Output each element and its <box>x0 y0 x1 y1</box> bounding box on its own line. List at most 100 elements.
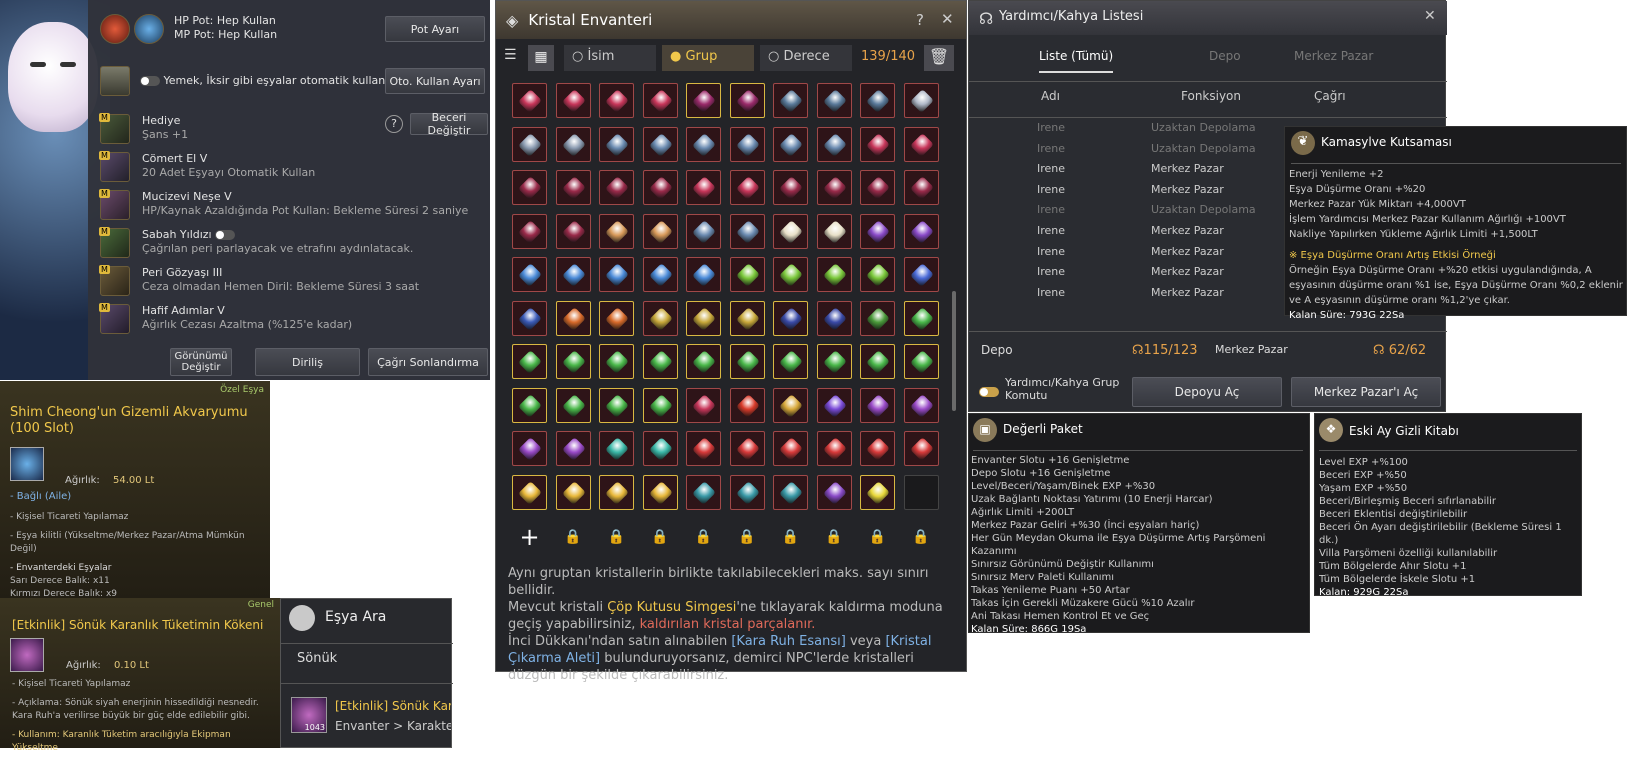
helper-name[interactable]: Irene <box>1037 162 1065 175</box>
crystal-slot[interactable] <box>729 431 765 466</box>
crystal-slot[interactable] <box>860 257 895 292</box>
beceri-degistir-button[interactable]: Beceri Değiştir <box>410 111 488 137</box>
crystal-slot[interactable] <box>686 83 721 118</box>
crystal-slot[interactable] <box>816 213 852 249</box>
gorunum-button[interactable]: Görünümü Değiştir <box>170 348 232 376</box>
crystal-slot[interactable] <box>903 83 939 118</box>
crystal-slot[interactable] <box>860 387 895 423</box>
crystal-slot[interactable] <box>599 213 634 249</box>
crystal-slot[interactable] <box>903 300 939 336</box>
crystal-slot[interactable] <box>555 300 591 336</box>
crystal-slot[interactable] <box>555 83 591 118</box>
helper-name[interactable]: Irene <box>1037 224 1065 237</box>
helper-name[interactable]: Irene <box>1037 142 1065 155</box>
crystal-slot[interactable] <box>642 474 678 510</box>
helper-name[interactable]: Irene <box>1037 183 1065 196</box>
crystal-slot[interactable] <box>686 126 721 162</box>
auto-use-toggle[interactable] <box>140 76 160 86</box>
crystal-slot[interactable] <box>773 431 808 466</box>
crystal-slot[interactable] <box>903 474 939 510</box>
crystal-slot[interactable] <box>686 474 721 510</box>
crystal-slot[interactable] <box>642 257 678 292</box>
crystal-slot[interactable] <box>686 300 721 336</box>
crystal-slot[interactable] <box>773 474 808 510</box>
crystal-slot[interactable] <box>686 170 721 205</box>
crystal-slot[interactable] <box>860 474 895 510</box>
cagri-sonlandirma-button[interactable]: Çağrı Sonlandırma <box>368 348 488 376</box>
crystal-slot[interactable] <box>642 431 678 466</box>
crystal-slot[interactable] <box>729 170 765 205</box>
crystal-slot[interactable] <box>729 474 765 510</box>
oto-kullan-button[interactable]: Oto. Kullan Ayarı <box>385 68 485 94</box>
crystal-slot[interactable] <box>816 300 852 336</box>
helper-name[interactable]: Irene <box>1037 245 1065 258</box>
crystal-slot[interactable] <box>555 474 591 510</box>
crystal-slot[interactable] <box>860 344 895 379</box>
crystal-slot[interactable] <box>816 474 852 510</box>
group-cmd-toggle[interactable] <box>979 386 999 397</box>
crystal-slot[interactable] <box>860 126 895 162</box>
crystal-slot[interactable] <box>555 344 591 379</box>
tab-merkez-pazar[interactable]: Merkez Pazar <box>1294 49 1373 63</box>
crystal-slot[interactable] <box>512 387 547 423</box>
search-input[interactable]: Sönük <box>297 651 447 666</box>
crystal-slot[interactable] <box>773 344 808 379</box>
crystal-slot[interactable] <box>642 300 678 336</box>
crystal-slot[interactable] <box>773 83 808 118</box>
crystal-slot[interactable] <box>816 257 852 292</box>
crystal-slot[interactable] <box>599 387 634 423</box>
crystal-slot[interactable] <box>512 344 547 379</box>
help-icon[interactable]: ? <box>916 11 924 29</box>
crystal-slot[interactable] <box>729 83 765 118</box>
tab-list-all[interactable]: Liste (Tümü) <box>1039 49 1114 73</box>
crystal-slot[interactable] <box>642 83 678 118</box>
crystal-slot[interactable] <box>642 344 678 379</box>
tab-isim[interactable]: ○ İsim <box>564 45 656 71</box>
depo-ac-button[interactable]: Depoyu Aç <box>1132 377 1282 407</box>
crystal-slot[interactable] <box>512 83 547 118</box>
crystal-slot[interactable] <box>729 387 765 423</box>
helper-name[interactable]: Irene <box>1037 286 1065 299</box>
dirilis-button[interactable]: Diriliş <box>255 348 360 376</box>
crystal-slot[interactable] <box>860 83 895 118</box>
crystal-slot[interactable] <box>555 387 591 423</box>
crystal-slot[interactable] <box>512 170 547 205</box>
crystal-slot[interactable] <box>860 300 895 336</box>
crystal-slot[interactable] <box>686 344 721 379</box>
pot-ayari-button[interactable]: Pot Ayarı <box>385 16 485 42</box>
crystal-slot[interactable] <box>773 170 808 205</box>
crystal-slot[interactable] <box>599 257 634 292</box>
crystal-slot[interactable] <box>729 300 765 336</box>
crystal-slot[interactable] <box>642 387 678 423</box>
crystal-slot[interactable] <box>599 431 634 466</box>
crystal-slot[interactable] <box>903 344 939 379</box>
crystal-slot[interactable] <box>555 126 591 162</box>
crystal-slot[interactable] <box>512 257 547 292</box>
add-slot-button[interactable]: + <box>512 520 547 555</box>
crystal-slot[interactable] <box>903 431 939 466</box>
helper-name[interactable]: Irene <box>1037 121 1065 134</box>
crystal-slot[interactable] <box>642 170 678 205</box>
crystal-slot[interactable] <box>555 431 591 466</box>
crystal-slot[interactable] <box>773 300 808 336</box>
crystal-slot[interactable] <box>512 474 547 510</box>
crystal-slot[interactable] <box>729 126 765 162</box>
crystal-slot[interactable] <box>773 387 808 423</box>
crystal-slot[interactable] <box>816 170 852 205</box>
crystal-slot[interactable] <box>860 213 895 249</box>
crystal-slot[interactable] <box>512 213 547 249</box>
list-view-icon[interactable]: ☰ <box>504 47 524 67</box>
crystal-slot[interactable] <box>686 431 721 466</box>
crystal-slot[interactable] <box>860 431 895 466</box>
crystal-slot[interactable] <box>555 213 591 249</box>
crystal-slot[interactable] <box>903 213 939 249</box>
crystal-slot[interactable] <box>555 170 591 205</box>
crystal-slot[interactable] <box>642 126 678 162</box>
help-icon[interactable]: ? <box>385 115 403 133</box>
crystal-slot[interactable] <box>773 257 808 292</box>
crystal-slot[interactable] <box>860 170 895 205</box>
crystal-slot[interactable] <box>816 126 852 162</box>
crystal-slot[interactable] <box>512 126 547 162</box>
crystal-slot[interactable] <box>816 387 852 423</box>
grid-view-icon[interactable]: ▦ <box>528 45 554 71</box>
